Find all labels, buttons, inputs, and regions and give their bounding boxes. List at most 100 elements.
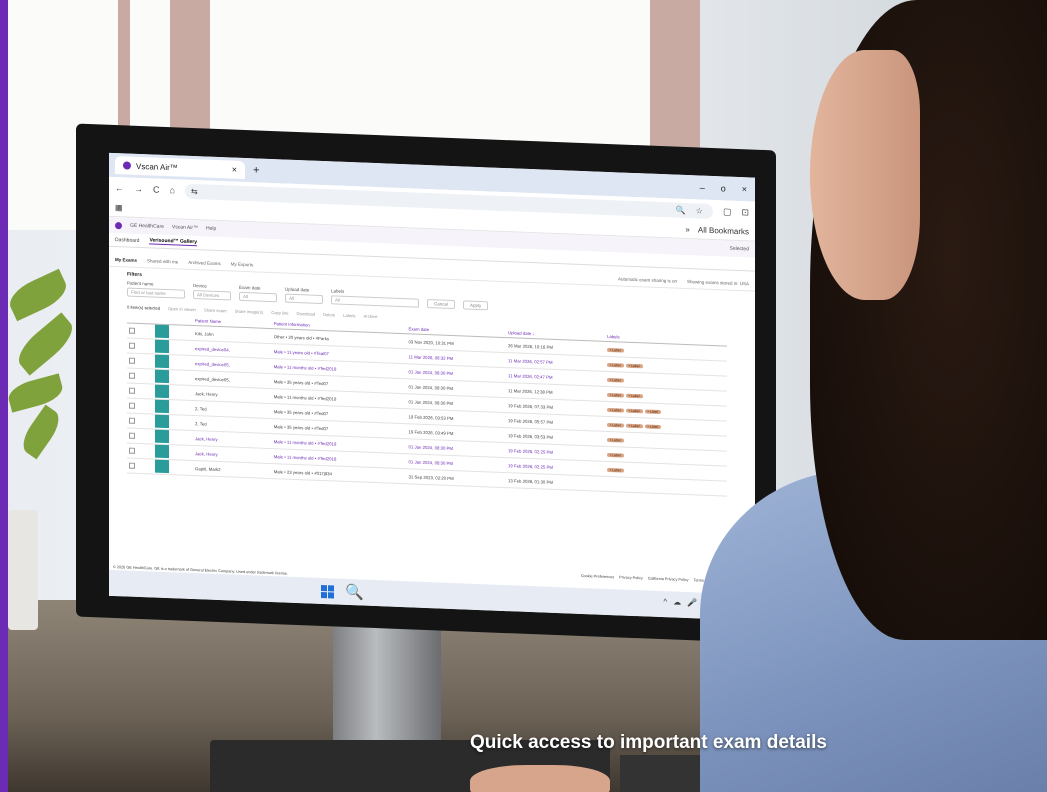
filter-patient-name: Patient name Find or last name [127,281,185,299]
exam-date-select[interactable]: All [239,291,277,303]
exam-thumbnail[interactable] [155,399,169,414]
apps-icon[interactable]: ▦ [115,203,123,212]
share-exam-button[interactable]: Share exam [204,307,227,313]
apply-button[interactable]: Apply [463,300,489,311]
selection-count: 0 item(s) selected [127,304,161,311]
home-icon[interactable]: ⌂ [170,185,175,195]
exam-thumbnail[interactable] [155,324,169,339]
label-chip[interactable]: • Label [606,377,624,383]
brand-name: GE HealthCare [130,222,164,230]
row-checkbox[interactable] [129,447,135,454]
microphone-icon[interactable]: 🎤 [687,598,697,607]
label-chip[interactable]: • Label [606,437,624,443]
plant-pot [8,510,38,630]
exam-thumbnail[interactable] [155,429,169,444]
zoom-icon[interactable]: 🔍 [676,205,686,214]
upload-date-cell: 13 Feb 2026, 01:30 PM [506,472,605,492]
windows-start-icon[interactable] [321,584,334,599]
filter-exam-date: Exam date All [239,285,277,303]
archive-button[interactable]: Archive [364,314,378,320]
row-checkbox[interactable] [129,432,135,439]
label-chip[interactable]: • Label [606,422,624,428]
close-tab-icon[interactable]: × [232,165,237,175]
app-favicon-icon [123,161,131,170]
label-chip[interactable]: • Label [625,408,643,413]
label-chip[interactable]: • Label [625,423,643,428]
person [470,0,1047,792]
row-checkbox[interactable] [129,462,135,469]
exam-thumbnail[interactable] [155,339,169,354]
label-chip[interactable]: • Label [625,393,643,398]
label-chip[interactable]: • Label [644,408,662,414]
patient-name-cell[interactable]: Gapiti, Mark2 [193,460,272,479]
forward-icon[interactable]: → [134,184,143,194]
row-checkbox[interactable] [129,417,135,424]
label-chip[interactable]: • Label [625,363,643,368]
device-select[interactable]: All Devices [193,290,231,301]
tab-shared-with-me[interactable]: Shared with me [147,258,178,264]
california-privacy-link[interactable]: California Privacy Policy [648,577,689,583]
exam-thumbnail[interactable] [155,354,169,369]
row-checkbox[interactable] [129,387,135,394]
label-chip[interactable]: • Label [606,362,624,368]
site-settings-icon[interactable]: ⇆ [191,186,198,195]
tab-title: Vscan Air™ [136,161,178,172]
exam-thumbnail[interactable] [155,369,169,384]
sharing-status[interactable]: Automatic exam sharing is on [618,276,677,283]
back-icon[interactable]: ← [115,183,124,193]
tray-chevron-icon[interactable]: ^ [663,597,667,606]
nav-dashboard[interactable]: Dashboard [115,237,139,244]
filter-device: Device All Devices [193,283,231,301]
menu-help[interactable]: Help [206,226,216,232]
upload-date-select[interactable]: All [285,293,323,305]
label-chip[interactable]: • Label [606,407,624,413]
label-chip[interactable]: • Label [606,467,624,473]
person-hand [470,765,610,792]
menu-vscan[interactable]: Vscan Air™ [172,224,198,231]
tab-my-exams[interactable]: My Exams [115,257,137,263]
bookmarks-chevron-icon[interactable]: » [685,225,689,234]
browser-tab[interactable]: Vscan Air™ × [115,156,245,180]
label-chip[interactable]: • Label [606,452,624,458]
onedrive-icon[interactable]: ☁ [673,597,681,606]
monitor-screen: Vscan Air™ × + – o × ← → C ⌂ ⇆ 🔍 ☆ ▢ ⊡ ▦… [109,152,755,621]
plant [4,250,80,500]
share-images-button[interactable]: Share image(s) [235,309,264,315]
filter-upload-date: Upload date All [285,287,323,305]
exams-table: Patient Name Patient Information Exam da… [127,313,727,497]
row-checkbox[interactable] [129,342,135,349]
download-button[interactable]: Download [296,311,315,317]
exam-thumbnail[interactable] [155,459,169,474]
caption: Quick access to important exam details [470,732,827,753]
monitor: Vscan Air™ × + – o × ← → C ⌂ ⇆ 🔍 ☆ ▢ ⊡ ▦… [76,123,776,644]
label-chip[interactable]: • Label [606,347,624,353]
copy-link-button[interactable]: Copy link [271,310,288,316]
exam-thumbnail[interactable] [155,444,169,459]
labels-button[interactable]: Labels [343,313,355,318]
labels-select[interactable]: All [331,295,419,308]
patient-name-input[interactable]: Find or last name [127,287,185,299]
label-chip[interactable]: • Label [644,423,662,429]
open-in-viewer-button[interactable]: Open in viewer [168,306,196,312]
privacy-policy-link[interactable]: Privacy Policy [619,575,643,580]
new-tab-icon[interactable]: + [253,164,259,176]
label-chip[interactable]: • Label [606,392,624,398]
row-checkbox[interactable] [129,402,135,409]
taskbar-search-icon[interactable]: 🔍 [345,583,364,602]
exam-thumbnail[interactable] [155,384,169,399]
exam-thumbnail[interactable] [155,414,169,429]
photo-scene: Vscan Air™ × + – o × ← → C ⌂ ⇆ 🔍 ☆ ▢ ⊡ ▦… [0,0,1047,792]
cookie-preferences-link[interactable]: Cookie Preferences [581,574,614,579]
nav-gallery[interactable]: Verisound™ Gallery [149,237,197,247]
filter-labels: Labels All [331,288,419,308]
row-checkbox[interactable] [129,327,135,334]
tab-archived-exams[interactable]: Archived Exams [188,260,221,266]
cancel-button[interactable]: Cancel [427,299,456,310]
delete-button[interactable]: Delete [323,312,335,317]
row-checkbox[interactable] [129,357,135,364]
accent-bar [0,0,8,792]
row-checkbox[interactable] [129,372,135,379]
reload-icon[interactable]: C [153,185,160,195]
person-face [810,50,920,300]
tab-my-exports[interactable]: My Exports [231,262,254,268]
